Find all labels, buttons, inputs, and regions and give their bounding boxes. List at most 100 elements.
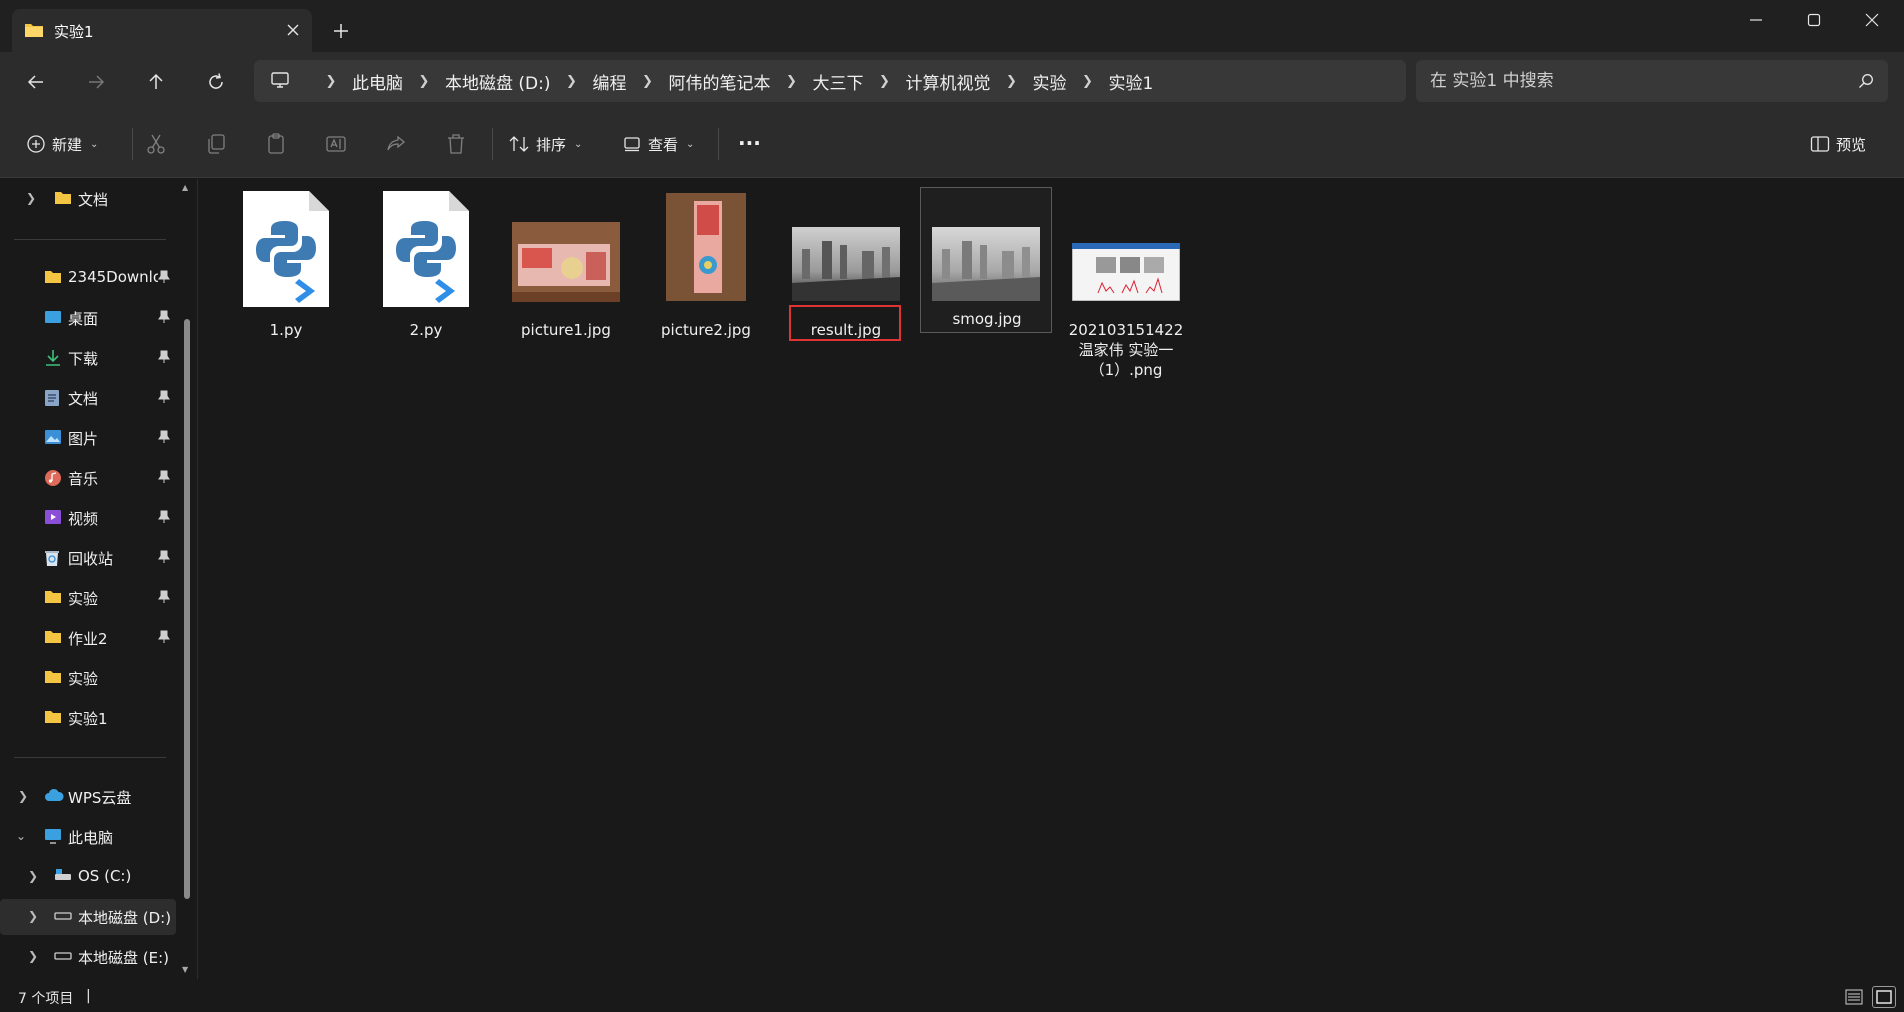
- sidebar-item-drive-d[interactable]: ❯ 本地磁盘 (D:): [0, 899, 176, 935]
- chevron-right-icon[interactable]: ❯: [991, 74, 1033, 89]
- refresh-button[interactable]: [200, 66, 232, 98]
- sidebar-item-pictures[interactable]: 图片: [0, 420, 176, 456]
- sidebar-item-drive-c[interactable]: ❯ OS (C:): [0, 859, 176, 895]
- sidebar-item-documents-top[interactable]: ❯ 文档: [0, 181, 176, 217]
- sidebar-item-desktop[interactable]: 桌面: [0, 300, 176, 336]
- command-bar: 新建 ⌄ 排序 ⌄ 查看 ⌄ ... 预览: [0, 110, 1904, 178]
- cloud-icon: [44, 788, 64, 806]
- python-file-icon: [243, 191, 329, 307]
- scroll-up-arrow-icon[interactable]: ▲: [182, 183, 188, 192]
- sidebar-item-this-pc[interactable]: ⌄ 此电脑: [0, 819, 176, 855]
- sidebar-item-label: 作业2: [68, 630, 108, 648]
- file-item[interactable]: result.jpg: [780, 189, 912, 379]
- breadcrumb-item[interactable]: 实验: [1033, 69, 1067, 94]
- sidebar-item-drive-e[interactable]: ❯ 本地磁盘 (E:): [0, 939, 176, 975]
- sidebar-item-label: 实验: [68, 670, 99, 688]
- sidebar-item-music[interactable]: 音乐: [0, 460, 176, 496]
- new-button-label: 新建: [52, 135, 83, 154]
- sidebar-item-experiment1[interactable]: 实验1: [0, 700, 176, 736]
- view-icon: [624, 137, 640, 152]
- file-item[interactable]: picture2.jpg: [640, 189, 772, 379]
- breadcrumb-item[interactable]: 大三下: [813, 69, 864, 94]
- sidebar-item-label: 实验: [68, 590, 99, 608]
- chevron-right-icon[interactable]: ❯: [18, 789, 28, 803]
- rename-icon[interactable]: [324, 132, 348, 156]
- file-item[interactable]: 2.py: [360, 189, 492, 379]
- paste-icon[interactable]: [264, 132, 288, 156]
- breadcrumb-item[interactable]: 编程: [593, 69, 627, 94]
- thumbnail-view-icon[interactable]: [1872, 986, 1896, 1008]
- breadcrumb-item[interactable]: 阿伟的笔记本: [669, 69, 771, 94]
- back-button[interactable]: [20, 66, 52, 98]
- file-item[interactable]: picture1.jpg: [500, 189, 632, 379]
- breadcrumb-item[interactable]: 计算机视觉: [906, 69, 991, 94]
- chevron-right-icon[interactable]: ❯: [551, 74, 593, 89]
- chevron-down-icon: ⌄: [686, 138, 695, 150]
- new-tab-button[interactable]: [328, 18, 354, 44]
- sidebar-item-documents[interactable]: 文档: [0, 380, 176, 416]
- navigation-pane: ❯ 文档 2345Downloads 桌面 下载 文档 图片 音乐 视频: [0, 179, 198, 979]
- breadcrumb: ❯ 此电脑 ❯ 本地磁盘 (D:) ❯ 编程 ❯ 阿伟的笔记本 ❯ 大三下 ❯ …: [310, 60, 1154, 102]
- document-icon: [44, 389, 62, 407]
- pin-icon: [158, 390, 170, 408]
- preview-pane-button[interactable]: 预览: [1810, 128, 1866, 160]
- tab-active[interactable]: 实验1: [12, 9, 312, 52]
- up-button[interactable]: [140, 66, 172, 98]
- chevron-right-icon[interactable]: ❯: [771, 74, 813, 89]
- close-tab-icon[interactable]: [282, 19, 304, 41]
- file-item[interactable]: 202103151422温家伟 实验一（1）.png: [1060, 189, 1192, 379]
- details-view-icon[interactable]: [1842, 986, 1866, 1008]
- sidebar-item-label: 本地磁盘 (E:): [78, 949, 170, 967]
- sidebar-item-experiment[interactable]: 实验: [0, 660, 176, 696]
- sidebar-item-homework2[interactable]: 作业2: [0, 620, 176, 656]
- sidebar-item-label: 下载: [68, 350, 99, 368]
- more-options-button[interactable]: ...: [738, 122, 761, 154]
- status-bar: 7 个项目 |: [0, 982, 1904, 1012]
- scroll-down-arrow-icon[interactable]: ▼: [182, 965, 188, 974]
- sidebar-item-recycle-bin[interactable]: 回收站: [0, 540, 176, 576]
- chevron-right-icon[interactable]: ❯: [28, 949, 38, 963]
- pictures-icon: [44, 429, 62, 447]
- sidebar-item-downloads[interactable]: 下载: [0, 340, 176, 376]
- chevron-right-icon[interactable]: ❯: [28, 869, 38, 883]
- sidebar-scrollbar-thumb[interactable]: [184, 319, 190, 899]
- sort-button[interactable]: 排序 ⌄: [508, 128, 582, 160]
- close-window-button[interactable]: [1842, 0, 1902, 40]
- chevron-right-icon[interactable]: ❯: [26, 191, 36, 205]
- file-item-hovered[interactable]: smog.jpg: [920, 187, 1052, 333]
- chevron-right-icon[interactable]: ❯: [864, 74, 906, 89]
- sidebar-item-videos[interactable]: 视频: [0, 500, 176, 536]
- chevron-right-icon[interactable]: ❯: [627, 74, 669, 89]
- breadcrumb-item-current[interactable]: 实验1: [1109, 69, 1154, 94]
- file-name: 1.py: [269, 321, 303, 339]
- chevron-right-icon[interactable]: ❯: [28, 909, 38, 923]
- sort-icon: [509, 136, 529, 152]
- share-icon[interactable]: [384, 132, 408, 156]
- sidebar-item-experiment-pinned[interactable]: 实验: [0, 580, 176, 616]
- breadcrumb-item[interactable]: 本地磁盘 (D:): [445, 69, 551, 94]
- cut-icon[interactable]: [144, 132, 168, 156]
- chevron-right-icon[interactable]: ❯: [403, 74, 445, 89]
- forward-button[interactable]: [80, 66, 112, 98]
- delete-icon[interactable]: [444, 132, 468, 156]
- view-button[interactable]: 查看 ⌄: [622, 128, 694, 160]
- chevron-right-icon[interactable]: ❯: [1067, 74, 1109, 89]
- file-item[interactable]: 1.py: [220, 189, 352, 379]
- desktop-icon: [44, 309, 62, 327]
- breadcrumb-item[interactable]: 此电脑: [352, 69, 403, 94]
- video-icon: [44, 509, 62, 527]
- new-button[interactable]: 新建 ⌄: [26, 128, 98, 160]
- address-bar[interactable]: ❯ 此电脑 ❯ 本地磁盘 (D:) ❯ 编程 ❯ 阿伟的笔记本 ❯ 大三下 ❯ …: [254, 60, 1406, 102]
- sidebar-item-wps-cloud[interactable]: ❯ WPS云盘: [0, 779, 176, 815]
- sidebar-item-2345downloads[interactable]: 2345Downloads: [0, 260, 176, 296]
- sidebar-item-label: OS (C:): [78, 867, 132, 885]
- maximize-button[interactable]: [1784, 0, 1844, 40]
- search-input[interactable]: [1430, 60, 1850, 102]
- pin-icon: [158, 630, 170, 648]
- sidebar-item-label: 文档: [78, 191, 109, 209]
- minimize-button[interactable]: [1726, 0, 1786, 40]
- chevron-down-icon[interactable]: ⌄: [16, 829, 26, 843]
- copy-icon[interactable]: [204, 132, 228, 156]
- chevron-right-icon[interactable]: ❯: [310, 74, 352, 89]
- search-icon[interactable]: [1858, 73, 1874, 93]
